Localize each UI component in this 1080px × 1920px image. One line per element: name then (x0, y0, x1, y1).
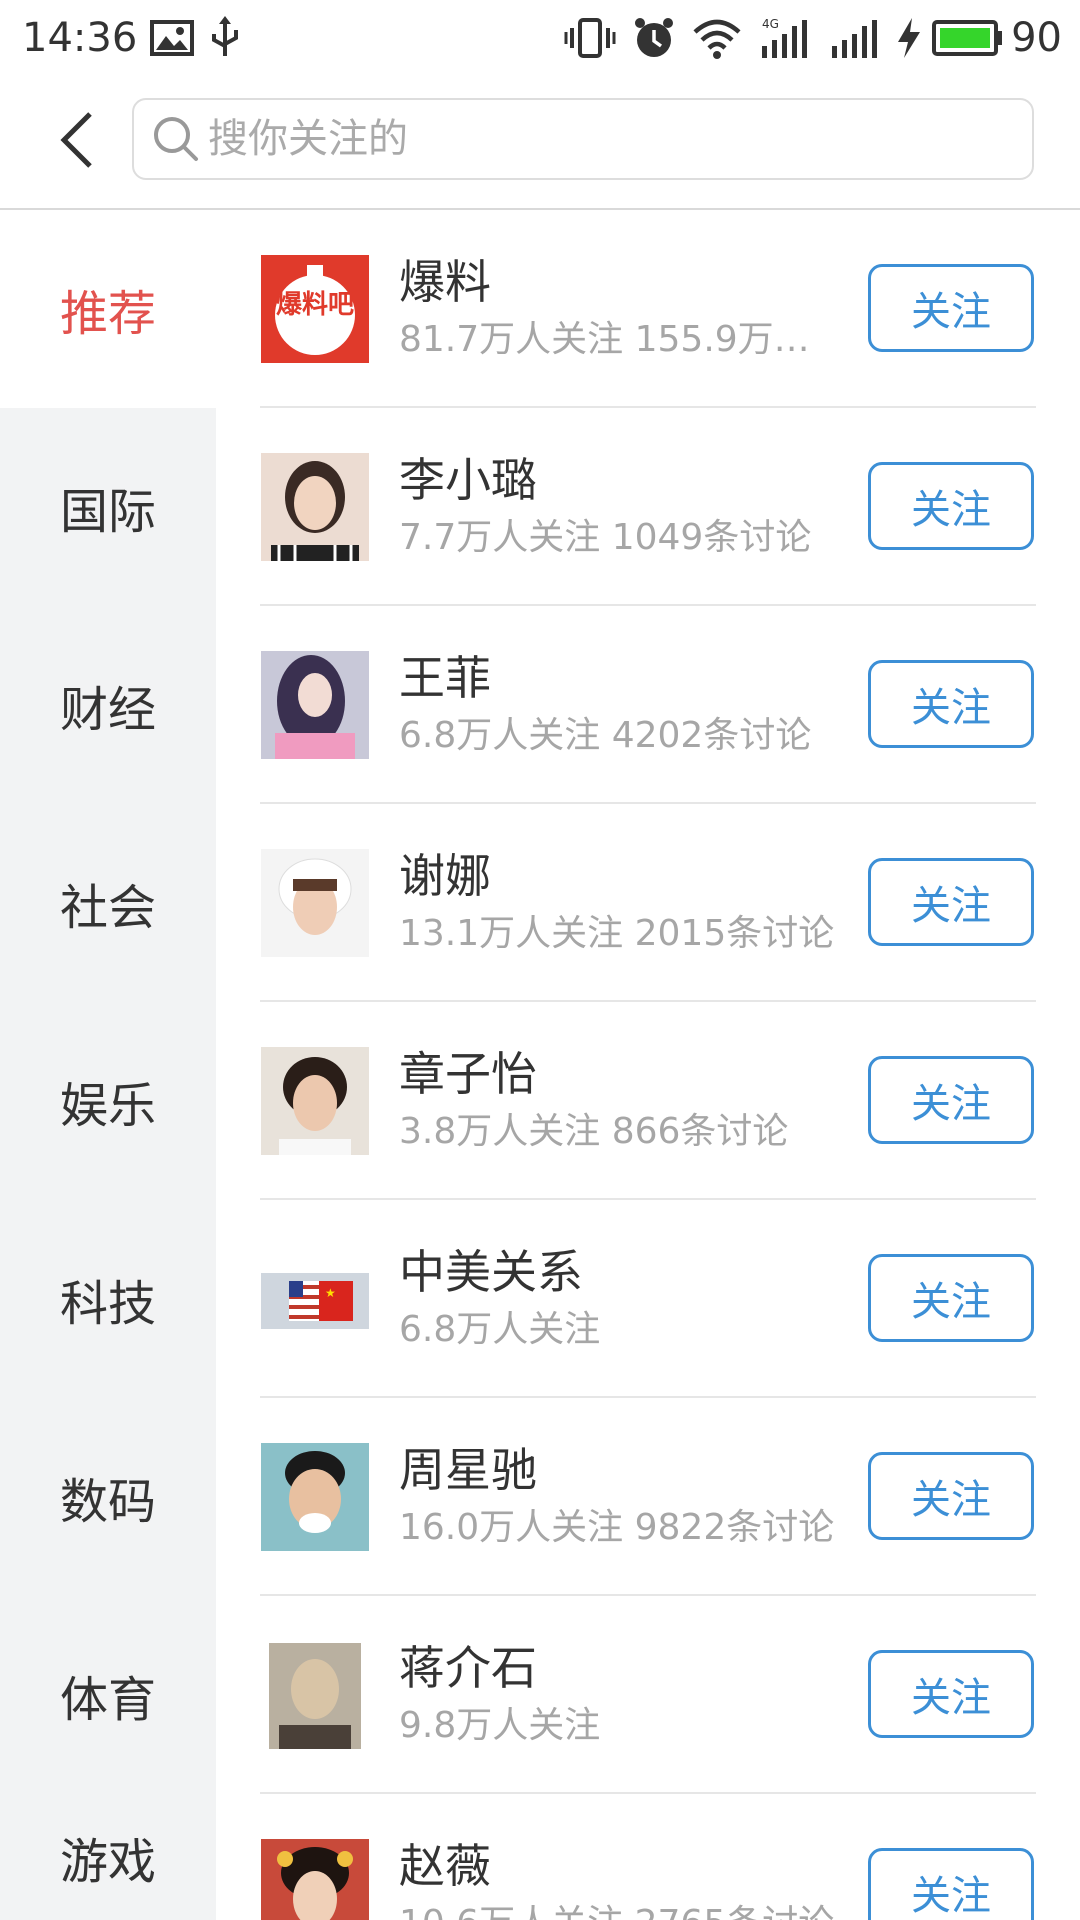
sidebar-item-finance[interactable]: 财经 (0, 606, 216, 804)
sidebar-item-entertainment[interactable]: 娱乐 (0, 1002, 216, 1200)
back-button[interactable] (40, 106, 112, 178)
topic-name: 爆料 (399, 255, 491, 309)
status-time: 14:36 (22, 15, 138, 61)
search-icon (152, 115, 200, 163)
search-input[interactable] (206, 103, 990, 175)
sidebar-item-recommended[interactable]: 推荐 (0, 210, 216, 408)
sidebar-item-sports[interactable]: 体育 (0, 1596, 216, 1794)
follow-button[interactable]: 关注 (868, 858, 1034, 946)
topic-avatar (261, 1839, 369, 1920)
topic-name: 赵薇 (399, 1839, 491, 1893)
follow-button[interactable]: 关注 (868, 1254, 1034, 1342)
topic-avatar (261, 849, 369, 957)
topic-meta: 81.7万人关注 155.9万条讨论 (399, 319, 839, 360)
follow-button[interactable]: 关注 (868, 1452, 1034, 1540)
image-icon (150, 14, 194, 62)
signal-4g-icon: 4G (758, 14, 814, 62)
topic-name: 周星驰 (399, 1443, 537, 1497)
topic-avatar (261, 1047, 369, 1155)
topic-avatar (261, 1443, 369, 1551)
status-bar: 14:36 4G 90 (0, 0, 1080, 76)
chevron-left-icon (56, 110, 96, 174)
wifi-icon (692, 14, 742, 62)
topic-avatar (261, 651, 369, 759)
topic-flags-image: ★ (261, 1245, 369, 1353)
list-item[interactable]: 蒋介石 9.8万人关注 关注 (216, 1596, 1080, 1794)
battery-icon (932, 14, 1004, 62)
category-sidebar: 推荐 国际 财经 社会 娱乐 科技 数码 体育 游戏 (0, 210, 216, 1920)
sidebar-item-international[interactable]: 国际 (0, 408, 216, 606)
signal-icon (828, 14, 884, 62)
vibrate-icon (564, 14, 616, 62)
alarm-icon (632, 14, 676, 62)
list-item[interactable]: 谢娜 13.1万人关注 2015条讨论 关注 (216, 804, 1080, 1002)
topic-name: 中美关系 (399, 1245, 583, 1299)
charging-icon (896, 14, 922, 62)
usb-icon (208, 14, 242, 62)
topic-list: 爆料吧 爆料 81.7万人关注 155.9万条讨论 关注 李小璐 7.7万人关注… (216, 210, 1080, 1920)
follow-button[interactable]: 关注 (868, 1848, 1034, 1920)
topic-name: 谢娜 (399, 849, 491, 903)
follow-button[interactable]: 关注 (868, 1650, 1034, 1738)
sidebar-item-society[interactable]: 社会 (0, 804, 216, 1002)
topic-avatar (261, 1641, 369, 1749)
topic-name: 李小璐 (399, 453, 537, 507)
follow-button[interactable]: 关注 (868, 462, 1034, 550)
list-item[interactable]: 赵薇 10.6万人关注 2765条讨论 关注 (216, 1794, 1080, 1920)
list-item[interactable]: 章子怡 3.8万人关注 866条讨论 关注 (216, 1002, 1080, 1200)
topic-logo-text: 爆料吧 (276, 290, 354, 320)
topic-name: 蒋介石 (399, 1641, 537, 1695)
header (0, 76, 1080, 210)
battery-level: 90 (1011, 15, 1062, 61)
svg-text:★: ★ (325, 1286, 336, 1300)
sidebar-item-games[interactable]: 游戏 (0, 1794, 216, 1920)
follow-button[interactable]: 关注 (868, 660, 1034, 748)
sidebar-item-digital[interactable]: 数码 (0, 1398, 216, 1596)
list-item[interactable]: 王菲 6.8万人关注 4202条讨论 关注 (216, 606, 1080, 804)
follow-button[interactable]: 关注 (868, 264, 1034, 352)
follow-button[interactable]: 关注 (868, 1056, 1034, 1144)
list-item[interactable]: 爆料吧 爆料 81.7万人关注 155.9万条讨论 关注 (216, 210, 1080, 408)
list-item[interactable]: ★ 中美关系 6.8万人关注 关注 (216, 1200, 1080, 1398)
topic-name: 章子怡 (399, 1047, 537, 1101)
sidebar-item-technology[interactable]: 科技 (0, 1200, 216, 1398)
list-item[interactable]: 李小璐 7.7万人关注 1049条讨论 关注 (216, 408, 1080, 606)
search-box[interactable] (132, 98, 1034, 180)
list-item[interactable]: 周星驰 16.0万人关注 9822条讨论 关注 (216, 1398, 1080, 1596)
svg-text:4G: 4G (762, 17, 779, 31)
topic-logo: 爆料吧 (261, 255, 369, 363)
topic-name: 王菲 (399, 651, 491, 705)
topic-avatar (261, 453, 369, 561)
